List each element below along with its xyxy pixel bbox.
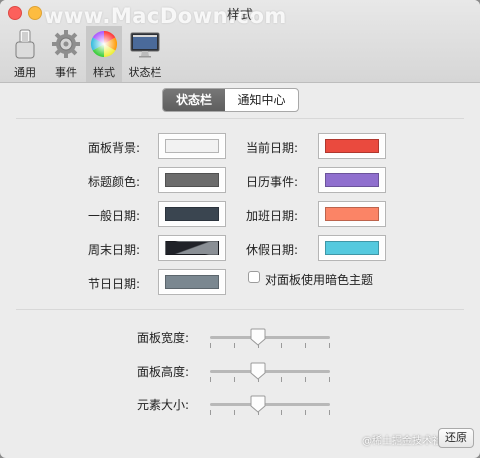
tab-style[interactable]: 样式 [86,26,122,82]
tab-events[interactable]: 事件 [46,26,86,82]
slider-tick [234,343,235,348]
current-date-label: 当前日期: [246,141,299,155]
panel-height-label: 面板高度: [137,365,190,379]
vacation-date-color-well[interactable] [318,235,386,261]
panel-background-swatch [165,139,219,153]
restore-button[interactable]: 还原 [438,428,474,448]
slider-tick [210,410,211,415]
watermark: www.MacDown.com [44,4,287,28]
slider-tick [329,343,330,348]
slider-tick [305,377,306,382]
holiday-date-color-well[interactable] [158,269,226,295]
slider-knob[interactable] [250,395,266,413]
tab-statusbar[interactable]: 状态栏 [122,26,168,82]
tab-general-label: 通用 [14,66,36,79]
overtime-date-color-well[interactable] [318,201,386,227]
slider-tick [234,410,235,415]
segment-statusbar[interactable]: 状态栏 [163,89,225,111]
calendar-event-color-well[interactable] [318,167,386,193]
tab-statusbar-label: 状态栏 [128,66,162,79]
current-date-color-well[interactable] [318,133,386,159]
slider-knob[interactable] [250,328,266,346]
slider-track[interactable] [210,403,330,406]
holiday-date-swatch [165,275,219,289]
title-color-well[interactable] [158,167,226,193]
slider-tick [329,377,330,382]
tab-style-label: 样式 [93,66,115,79]
dark-theme-checkbox[interactable] [248,271,260,283]
current-date-swatch [325,139,379,153]
element-size-label: 元素大小: [137,398,190,412]
tab-events-label: 事件 [55,66,77,79]
overtime-date-label: 加班日期: [246,209,299,223]
slider-track[interactable] [210,370,330,373]
slider-tick [210,343,211,348]
vacation-date-label: 休假日期: [246,243,299,257]
panel-background-color-well[interactable] [158,133,226,159]
weekend-date-color-well[interactable] [158,235,226,261]
dark-theme-label: 对面板使用暗色主题 [265,273,374,287]
title-color-label: 标题颜色: [88,175,141,189]
slider-tick [329,410,330,415]
slider-track[interactable] [210,336,330,339]
divider [16,309,464,310]
divider [16,118,464,119]
gear-icon [52,30,80,58]
panel-width-label: 面板宽度: [137,331,190,345]
vacation-date-swatch [325,241,379,255]
panel-background-label: 面板背景: [88,141,141,155]
holiday-date-label: 节日日期: [88,277,141,291]
slider-tick [281,343,282,348]
titlebar: 样式 www.MacDown.com 通用 事件 样式 状态栏 [0,0,480,83]
title-color-swatch [165,173,219,187]
slider-tick [281,410,282,415]
slider-knob[interactable] [250,362,266,380]
switch-icon [15,29,35,59]
weekend-date-label: 周末日期: [88,243,141,257]
segment-notification-center[interactable]: 通知中心 [225,89,298,111]
calendar-event-swatch [325,173,379,187]
preferences-window: 样式 www.MacDown.com 通用 事件 样式 状态栏 状态栏 通知中心… [0,0,480,458]
color-wheel-icon [90,30,118,58]
normal-date-color-well[interactable] [158,201,226,227]
slider-tick [210,377,211,382]
tab-general[interactable]: 通用 [4,26,46,82]
slider-tick [234,377,235,382]
monitor-icon [130,32,160,58]
slider-tick [281,377,282,382]
slider-tick [305,343,306,348]
normal-date-swatch [165,207,219,221]
weekend-date-swatch [165,241,219,255]
segmented-control: 状态栏 通知中心 [162,88,299,112]
calendar-event-label: 日历事件: [246,175,299,189]
slider-tick [305,410,306,415]
normal-date-label: 一般日期: [88,209,141,223]
overtime-date-swatch [325,207,379,221]
